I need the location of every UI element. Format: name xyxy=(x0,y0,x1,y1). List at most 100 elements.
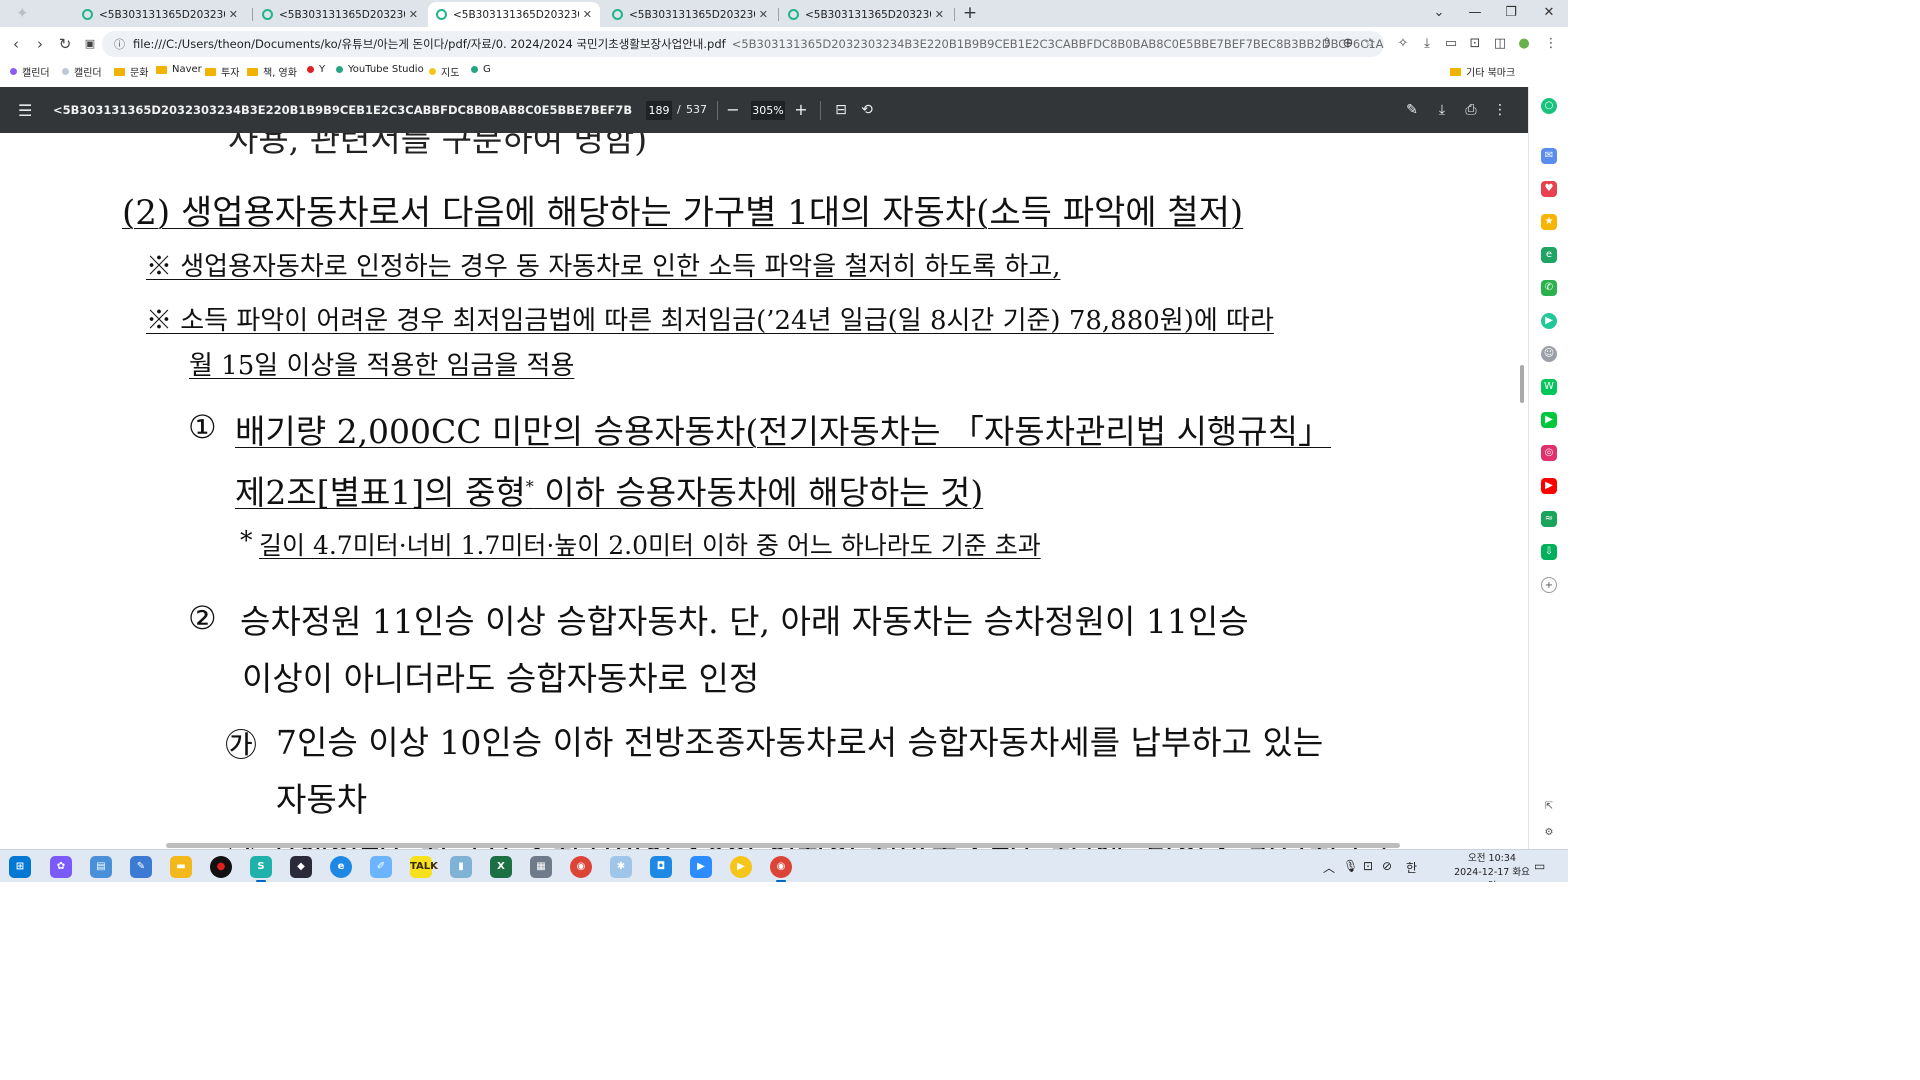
stock-chart-icon[interactable]: ≈ xyxy=(1541,511,1557,527)
tab[interactable]: <5B303131365D20323032334B ✕ xyxy=(604,2,776,27)
start-windows-icon[interactable]: ⊞ xyxy=(9,856,31,878)
chat-icon[interactable]: ✆ xyxy=(1541,280,1557,296)
zoom-icon[interactable]: ⊕ xyxy=(1339,35,1357,53)
zoom-in-button[interactable]: + xyxy=(791,99,811,121)
tab-active[interactable]: <5B303131365D20323032334B ✕ xyxy=(428,2,600,27)
side-panel-icon[interactable]: ◫ xyxy=(1491,35,1509,53)
editor-icon[interactable]: ✐ xyxy=(370,856,392,878)
profile-avatar-icon[interactable]: ● xyxy=(1515,35,1533,53)
print-icon[interactable]: ⎙ xyxy=(1461,100,1481,120)
add-icon[interactable]: + xyxy=(1541,577,1557,593)
horizontal-scrollbar-thumb[interactable] xyxy=(166,843,1400,848)
notes-icon[interactable]: ▮ xyxy=(450,856,472,878)
ime-indicator[interactable]: 한 xyxy=(1406,859,1417,876)
store-icon[interactable]: ◘ xyxy=(650,856,672,878)
edge-browser-icon[interactable]: e xyxy=(330,856,352,878)
edge-icon[interactable]: e xyxy=(1541,247,1557,263)
restore-button[interactable]: ❐ xyxy=(1496,2,1526,24)
close-window-button[interactable]: ✕ xyxy=(1534,2,1564,24)
robot-icon[interactable]: ☺ xyxy=(1541,346,1557,362)
davinci-icon[interactable]: ◆ xyxy=(290,856,312,878)
other-bookmarks-folder[interactable]: 기타 북마크 xyxy=(1450,64,1515,79)
bookmark-item[interactable]: G xyxy=(471,64,491,75)
bookmark-item[interactable]: 지도 xyxy=(429,64,459,79)
app-icon[interactable]: S xyxy=(250,856,272,882)
assistant-icon[interactable]: ○ xyxy=(1541,98,1557,114)
copilot-icon[interactable]: ✿ xyxy=(50,856,72,878)
close-icon[interactable]: ✕ xyxy=(935,8,944,21)
chrome-active-icon[interactable]: ◉ xyxy=(770,856,792,882)
bookmark-item[interactable]: 캘린더 xyxy=(10,64,50,79)
cast-icon[interactable]: ▭ xyxy=(1442,35,1460,53)
zoom-app-icon[interactable]: ▶ xyxy=(690,856,712,878)
bookmark-folder[interactable]: 책, 영화 xyxy=(247,64,297,79)
record-icon[interactable]: ● xyxy=(210,856,232,878)
bookmark-folder[interactable]: 투자 xyxy=(205,64,239,79)
share-icon[interactable]: ⇪ xyxy=(1318,35,1336,53)
tab[interactable]: <5B303131365D20323032334B ✕ xyxy=(254,2,426,27)
site-info-icon[interactable]: ⓘ xyxy=(114,36,125,52)
page-number-input[interactable]: 189 xyxy=(646,101,672,120)
forward-icon[interactable]: › xyxy=(30,34,50,54)
bookmark-item[interactable]: 캘린더 xyxy=(62,64,102,79)
notification-icon[interactable]: ▭ xyxy=(1534,859,1545,873)
file-explorer-icon[interactable]: ▬ xyxy=(170,856,192,878)
bookmark-folder[interactable]: Naver xyxy=(156,64,202,75)
pocket-icon[interactable]: ♥ xyxy=(1541,181,1557,197)
zoom-out-button[interactable]: − xyxy=(723,99,743,121)
back-icon[interactable]: ‹ xyxy=(6,34,26,54)
youtube-icon[interactable]: ▶ xyxy=(1541,478,1557,494)
more-options-icon[interactable]: ⋮ xyxy=(1490,100,1510,120)
tab[interactable]: <5B303131365D20323032334B ✕ xyxy=(780,2,952,27)
hamburger-menu-icon[interactable]: ☰ xyxy=(18,101,32,120)
instagram-icon[interactable]: ◎ xyxy=(1541,445,1557,461)
rotate-icon[interactable]: ⟲ xyxy=(857,100,877,120)
webtoon-icon[interactable]: W xyxy=(1541,379,1557,395)
download-app-icon[interactable]: ⇩ xyxy=(1541,544,1557,560)
reload-icon[interactable]: ↻ xyxy=(55,34,75,54)
tray-expand-icon[interactable]: ︿ xyxy=(1323,859,1335,876)
zoom-level-input[interactable]: 305% xyxy=(751,101,785,120)
close-icon[interactable]: ✕ xyxy=(759,8,768,21)
close-icon[interactable]: ✕ xyxy=(409,8,418,21)
microphone-icon[interactable]: 🎙 xyxy=(1343,859,1358,873)
new-tab-button[interactable]: + xyxy=(960,3,980,23)
kakaotalk-icon[interactable]: TALK xyxy=(410,856,438,878)
tab[interactable]: <5B303131365D20323032334B ✕ xyxy=(74,2,246,27)
notepad-icon[interactable]: ✎ xyxy=(130,856,152,878)
system-clock[interactable]: 오전 10:34 2024-12-17 화요일 xyxy=(1452,852,1532,882)
reader-mode-icon[interactable]: ▣ xyxy=(80,34,100,54)
minimize-button[interactable]: — xyxy=(1460,2,1490,24)
bookmark-item[interactable]: YouTube Studio xyxy=(336,64,424,75)
media-player-icon[interactable]: ▶ xyxy=(730,856,752,878)
open-external-icon[interactable]: ⇱ xyxy=(1541,799,1557,815)
mail-icon[interactable]: ✉ xyxy=(1541,148,1557,164)
browser-profile-icon[interactable]: ✦ xyxy=(16,4,42,22)
task-view-icon[interactable]: ▤ xyxy=(90,856,112,878)
calculator-icon[interactable]: ▦ xyxy=(530,856,552,878)
chrome-icon[interactable]: ◉ xyxy=(570,856,592,878)
close-icon[interactable]: ✕ xyxy=(229,8,238,21)
excel-icon[interactable]: X xyxy=(490,856,512,878)
naver-play-icon[interactable]: ▶ xyxy=(1541,412,1557,428)
download-icon[interactable]: ⤓ xyxy=(1418,35,1436,53)
settings-icon[interactable]: ⚙ xyxy=(1541,825,1557,841)
fit-page-icon[interactable]: ⊟ xyxy=(831,100,851,120)
network-icon[interactable]: ⊡ xyxy=(1363,859,1373,873)
annotate-pen-icon[interactable]: ✎ xyxy=(1402,100,1422,120)
address-bar[interactable]: ⓘ file:///C:/Users/theon/Documents/ko/유튜… xyxy=(102,31,1384,57)
tab-search-icon[interactable]: ⌄ xyxy=(1424,2,1454,24)
screenshot-icon[interactable]: ⊡ xyxy=(1466,35,1484,53)
vertical-scrollbar-thumb[interactable] xyxy=(1520,365,1524,403)
extensions-icon[interactable]: ✧ xyxy=(1394,35,1412,53)
bookmark-item[interactable]: Y xyxy=(307,64,325,75)
play-circle-icon[interactable]: ▶ xyxy=(1541,313,1557,329)
star-icon[interactable]: ★ xyxy=(1541,214,1557,230)
menu-icon[interactable]: ⋮ xyxy=(1542,35,1560,53)
paint-icon[interactable]: ✱ xyxy=(610,856,632,878)
bookmark-star-icon[interactable]: ☆ xyxy=(1361,35,1379,53)
close-icon[interactable]: ✕ xyxy=(583,8,592,21)
volume-icon[interactable]: ⊘ xyxy=(1382,859,1392,873)
bookmark-folder[interactable]: 문화 xyxy=(114,64,148,79)
download-icon[interactable]: ⤓ xyxy=(1432,100,1452,120)
